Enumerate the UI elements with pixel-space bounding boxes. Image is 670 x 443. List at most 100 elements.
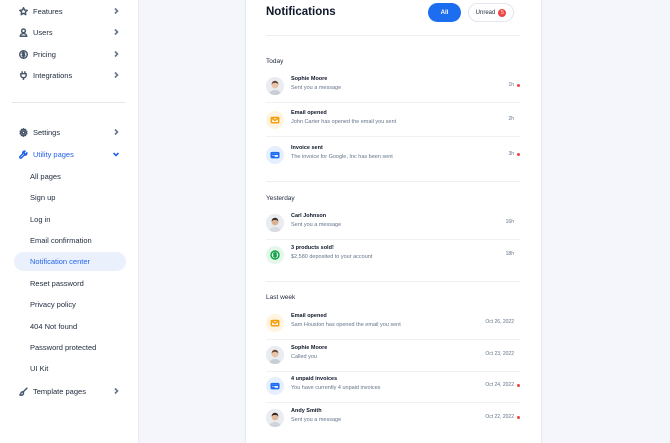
filter-all-button[interactable]: All	[428, 3, 461, 22]
row-divider	[266, 339, 520, 340]
sidebar-item-label: Template pages	[33, 386, 86, 396]
row-divider	[266, 136, 520, 137]
chevron-right-icon	[112, 387, 120, 395]
group-divider	[266, 281, 520, 282]
sidebar-item-integrations[interactable]: Integrations	[14, 65, 126, 85]
chevron-right-icon	[112, 28, 120, 36]
sidebar-item-settings[interactable]: Settings	[14, 122, 126, 142]
filter-unread-button[interactable]: Unread 5	[468, 3, 514, 22]
group-divider	[266, 181, 520, 182]
gear-icon	[18, 127, 28, 137]
row-divider	[266, 102, 520, 103]
unread-dot	[517, 84, 520, 87]
sidebar-subitem-email-confirmation[interactable]: Email confirmation	[14, 231, 126, 250]
page-title: Notifications	[266, 6, 336, 18]
chevron-right-icon	[112, 71, 120, 79]
notification-title: Sophie Moore	[291, 345, 328, 351]
avatar	[266, 214, 284, 232]
unread-dot	[517, 384, 520, 387]
sidebar-item-label: Settings	[33, 127, 61, 137]
credit-card-icon	[266, 146, 284, 164]
notification-time: Oct 26, 2022	[485, 319, 514, 325]
unread-dot	[517, 153, 520, 156]
notification-title: 3 products sold!	[291, 245, 334, 251]
sidebar-item-utility-pages[interactable]: Utility pages	[14, 144, 126, 164]
notification-title: Invoice sent	[291, 145, 323, 151]
sidebar-subitem-log-in[interactable]: Log in	[14, 210, 126, 229]
sidebar-subitem-reset-password[interactable]: Reset password	[14, 274, 126, 293]
notification-item[interactable]: Email opened John Carter has opened the e…	[266, 107, 520, 137]
sidebar-item-template-pages[interactable]: Template pages	[14, 381, 126, 401]
notification-body: Sent you a message	[291, 85, 342, 91]
notification-title: Email opened	[291, 313, 327, 319]
notification-item[interactable]: Sophie Moore Sent you a message 1h	[266, 73, 520, 103]
sidebar-subitem-privacy-policy[interactable]: Privacy policy	[14, 295, 126, 314]
sidebar-item-users[interactable]: Users	[14, 22, 126, 42]
sidebar-item-label: Utility pages	[33, 149, 74, 159]
notification-time: Oct 23, 2022	[485, 351, 514, 357]
group-title: Today	[266, 58, 284, 65]
notification-time: Oct 22, 2022	[485, 414, 514, 420]
chevron-down-icon	[112, 150, 120, 158]
notification-body: Called you	[291, 354, 317, 360]
chevron-right-icon	[112, 7, 120, 15]
sidebar-subitem-sign-up[interactable]: Sign up	[14, 188, 126, 207]
notification-body: The invoice for Google, Inc has been sen…	[291, 154, 393, 160]
notification-item[interactable]: 4 unpaid invoices You have currently 4 un…	[266, 373, 520, 403]
sidebar-item-features[interactable]: Features	[14, 1, 126, 21]
sidebar-item-pricing[interactable]: Pricing	[14, 44, 126, 64]
sidebar-item-label: Integrations	[33, 70, 73, 80]
notification-body: Sent you a message	[291, 417, 342, 423]
sidebar-divider	[12, 102, 126, 103]
notification-body: John Carter has opened the email you sen…	[291, 119, 397, 125]
wrench-icon	[18, 149, 28, 159]
sidebar-subitem-notification-center[interactable]: Notification center	[14, 252, 126, 271]
row-divider	[266, 239, 520, 240]
notification-time: Oct 24, 2022	[485, 382, 514, 388]
notification-body: Sent you a message	[291, 222, 342, 228]
notification-title: Sophie Moore	[291, 76, 328, 82]
notification-item[interactable]: Invoice sent The invoice for Google, Inc …	[266, 142, 520, 172]
avatar	[266, 409, 284, 427]
star-icon	[18, 6, 28, 16]
plug-icon	[18, 70, 28, 80]
sidebar-subitem-ui-kit[interactable]: UI Kit	[14, 359, 126, 378]
credit-card-icon	[266, 377, 284, 395]
header-divider	[266, 35, 520, 36]
chevron-right-icon	[112, 50, 120, 58]
group-title: Last week	[266, 294, 296, 301]
notification-body: You have currently 4 unpaid invoices	[291, 385, 381, 391]
unread-count-badge: 5	[498, 8, 507, 17]
notification-item[interactable]: 3 products sold! $2,580 deposited to your…	[266, 242, 520, 272]
group-title: Yesterday	[266, 195, 295, 202]
mail-icon	[266, 314, 284, 332]
chevron-right-icon	[112, 128, 120, 136]
notification-title: Email opened	[291, 110, 327, 116]
notification-item[interactable]: Carl Johnson Sent you a message 16h	[266, 210, 520, 240]
sidebar-item-label: Users	[33, 27, 53, 37]
notification-body: $2,580 deposited to your account	[291, 254, 373, 260]
notification-time: 1h	[508, 82, 514, 88]
notification-item[interactable]: Andy Smith Sent you a message Oct 22, 2022	[266, 405, 520, 435]
avatar	[266, 346, 284, 364]
filter-unread-label: Unread	[475, 9, 496, 16]
row-divider	[266, 402, 520, 403]
sidebar-subitem-404-not-found[interactable]: 404 Not found	[14, 317, 126, 336]
brush-icon	[18, 386, 28, 396]
notification-time: 3h	[508, 151, 514, 157]
notification-time: 18h	[505, 251, 514, 257]
notification-title: Carl Johnson	[291, 213, 327, 219]
notification-item[interactable]: Email opened Sam Houston has opened the e…	[266, 310, 520, 340]
avatar	[266, 77, 284, 95]
sidebar-subitem-all-pages[interactable]: All pages	[14, 167, 126, 186]
dollar-icon	[18, 49, 28, 59]
sidebar-item-label: Pricing	[33, 49, 56, 59]
mail-icon	[266, 111, 284, 129]
unread-dot	[517, 416, 520, 419]
dollar-icon	[266, 246, 284, 264]
notification-item[interactable]: Sophie Moore Called you Oct 23, 2022	[266, 342, 520, 372]
sidebar-subitem-password-protected[interactable]: Password protected	[14, 338, 126, 357]
notification-time: 2h	[508, 116, 514, 122]
row-divider	[266, 371, 520, 372]
notification-body: Sam Houston has opened the email you sen…	[291, 322, 401, 328]
